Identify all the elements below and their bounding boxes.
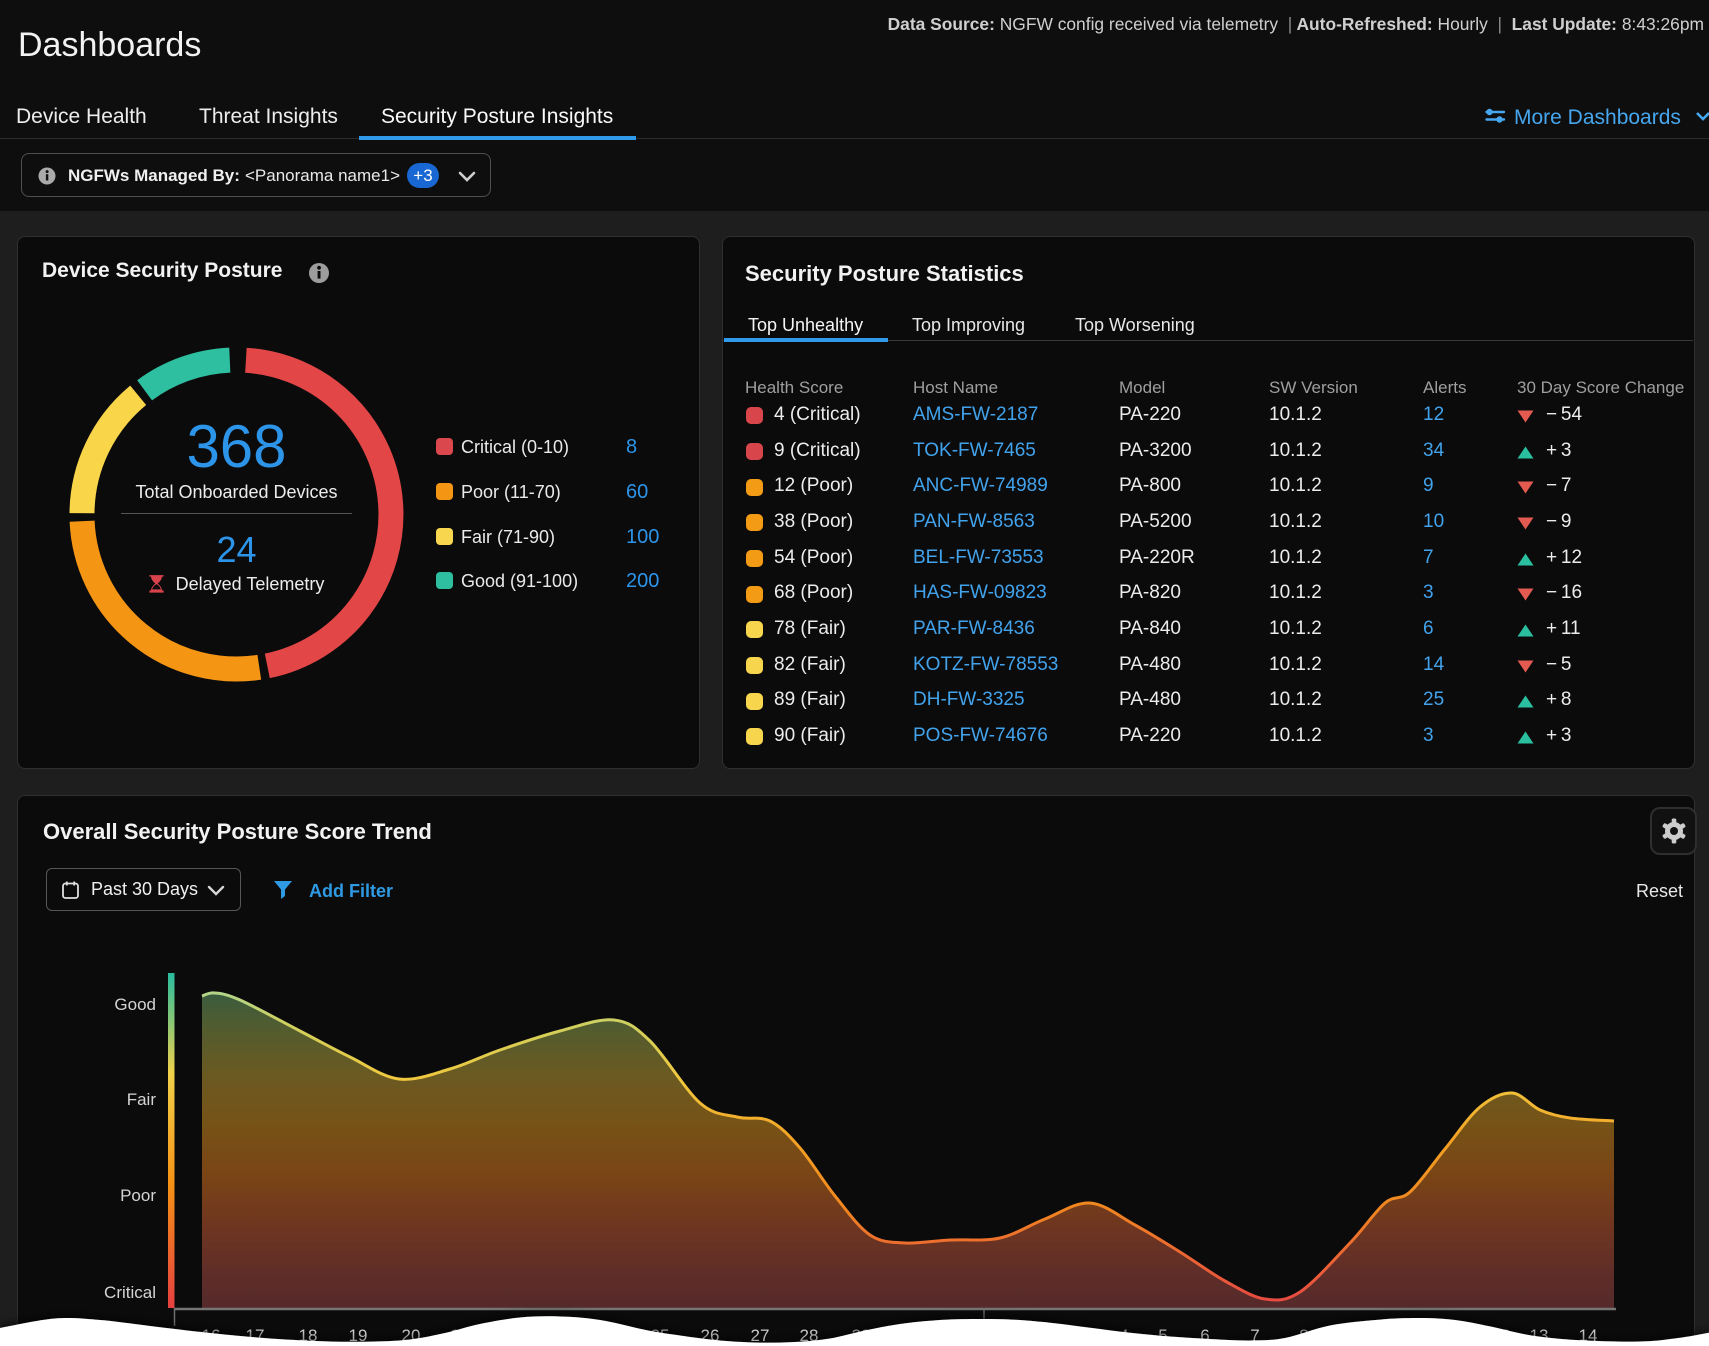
svg-text:17: 17 — [246, 1326, 265, 1345]
svg-text:28: 28 — [800, 1326, 819, 1345]
svg-text:3: 3 — [1078, 1326, 1087, 1345]
svg-text:7: 7 — [1250, 1326, 1259, 1345]
svg-text:8: 8 — [1299, 1326, 1308, 1345]
svg-text:4: 4 — [1119, 1326, 1128, 1345]
svg-text:16: 16 — [202, 1326, 221, 1345]
svg-text:Critical: Critical — [104, 1283, 156, 1302]
svg-text:2: 2 — [1034, 1326, 1043, 1345]
svg-text:31: 31 — [941, 1326, 960, 1345]
svg-text:27: 27 — [751, 1326, 770, 1345]
svg-text:26: 26 — [701, 1326, 720, 1345]
svg-text:20: 20 — [402, 1326, 421, 1345]
svg-text:29: 29 — [852, 1326, 871, 1345]
svg-text:12: 12 — [1492, 1326, 1511, 1345]
svg-text:21: 21 — [451, 1326, 470, 1345]
svg-text:5: 5 — [1158, 1326, 1167, 1345]
svg-text:Fair: Fair — [127, 1090, 157, 1109]
svg-text:9: 9 — [1348, 1326, 1357, 1345]
svg-text:30: 30 — [896, 1326, 915, 1345]
svg-text:24: 24 — [601, 1326, 620, 1345]
svg-text:13: 13 — [1530, 1326, 1549, 1345]
svg-text:1: 1 — [989, 1326, 998, 1345]
svg-text:11: 11 — [1443, 1326, 1461, 1345]
svg-text:25: 25 — [651, 1326, 670, 1345]
svg-text:6: 6 — [1200, 1326, 1209, 1345]
svg-text:Poor: Poor — [120, 1186, 156, 1205]
svg-text:23: 23 — [551, 1326, 570, 1345]
svg-text:18: 18 — [299, 1326, 318, 1345]
svg-text:22: 22 — [501, 1326, 520, 1345]
svg-text:More Dashboards: More Dashboards — [1514, 106, 1681, 129]
svg-text:14: 14 — [1579, 1326, 1598, 1345]
svg-text:19: 19 — [349, 1326, 368, 1345]
svg-text:10: 10 — [1393, 1326, 1412, 1345]
svg-text:Good: Good — [114, 995, 156, 1014]
